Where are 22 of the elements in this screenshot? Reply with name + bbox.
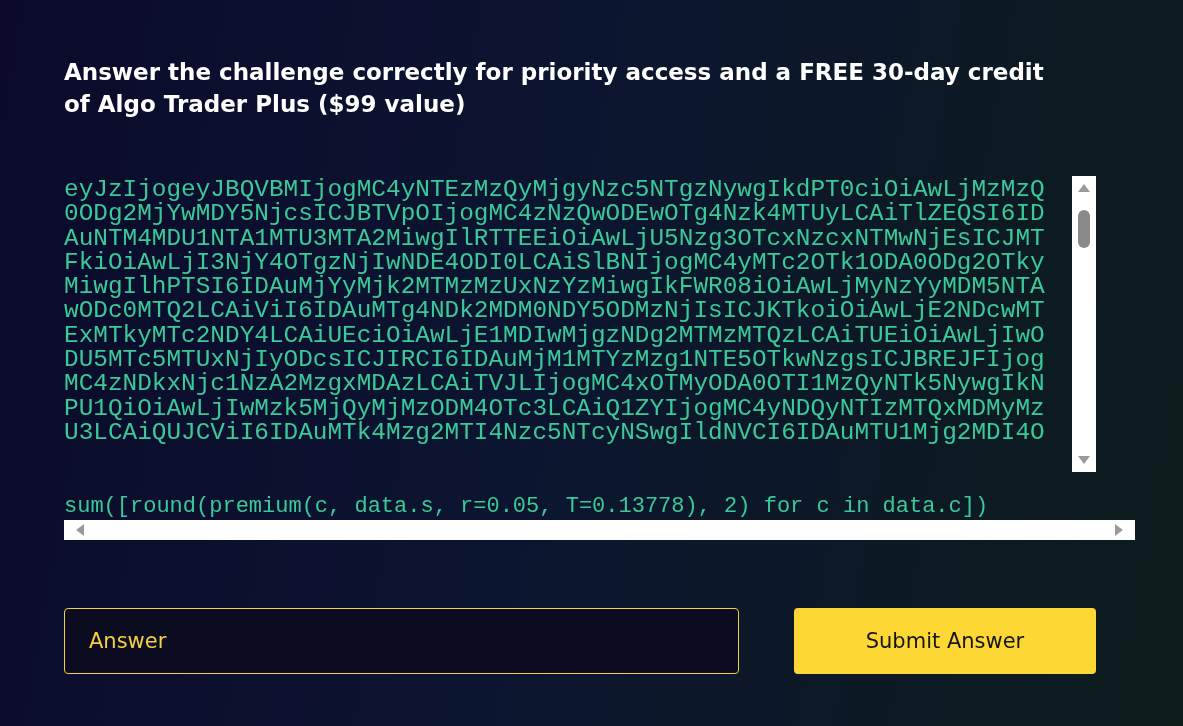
encoded-data-line: AuNTM4MDU1NTA1MTU3MTA2MiwgIlRTTEEiOiAwLjU5Nzg3OTcxNzcxNTMwNjEsICJMT: [64, 226, 1046, 251]
encoded-data-line: U3LCAiQUJCViI6IDAuMTk4Mzg2MTI4Nzc5NTcyNSwgIldNVCI6IDAuMTU1Mjg2MDI4O: [64, 420, 1046, 446]
scroll-right-arrow-icon[interactable]: [1113, 524, 1125, 536]
encoded-data-line: MC4zNDkxNjc1NzA2MzgxMDAzLCAiTVJLIjogMC4xOTMyODA0OTI1MzQyNTk5NywgIkN: [64, 372, 1046, 397]
encoded-data-line: wODc0MTQ2LCAiViI6IDAuMTg4NDk2MDM0NDY5ODMzNjIsICJKTkoiOiAwLjE2NDcwMT: [64, 299, 1046, 324]
encoded-data-line: ExMTkyMTc2NDY4LCAiUEciOiAwLjE1MDIwMjgzNDg2MTMzMTQzLCAiTUEiOiAwLjIwO: [64, 323, 1046, 349]
scroll-left-arrow-icon[interactable]: [74, 524, 86, 536]
encoded-data-line: 0ODg2MjYwMDY5NjcsICJBTVpOIjogMC4zNzQwODEwOTg4Nzk4MTUyLCAiTlZEQSI6ID: [64, 202, 1046, 227]
vertical-scrollbar[interactable]: [1072, 176, 1096, 472]
encoded-data-line: PU1QiOiAwLjIwMzk5MjQyMjMzODM4OTc3LCAiQ1ZYIjogMC4yNDQyNTIzMTQxMDMyMz: [64, 396, 1046, 421]
encoded-data-line: FkiOiAwLjI3NjY4OTgzNjIwNDE4ODI0LCAiSlBNIjogMC4yMTc2OTk1ODA0ODg2OTky: [64, 250, 1046, 276]
encoded-data-line: eyJzIjogeyJBQVBMIjogMC4yNTEzMzQyMjgyNzc5NTgzNywgIkdPT0ciOiAwLjMzMzQ: [64, 178, 1046, 203]
encoded-data-line: DU5MTc5MTUxNjIyODcsICJIRCI6IDAuMjM1MTYzMzg1NTE5OTkwNzgsICJBREJFIjog: [64, 348, 1046, 373]
horizontal-scrollbar[interactable]: [64, 520, 1135, 540]
answer-input[interactable]: Answer: [64, 608, 739, 674]
encoded-data-line: MiwgIlhPTSI6IDAuMjYyMjk2MTMzMzUxNzYzMiwgIkFWR08iOiAwLjMyNzYyMDM5NTA: [64, 275, 1046, 300]
submit-answer-button[interactable]: Submit Answer: [794, 608, 1096, 674]
formula-text: sum([round(premium(c, data.s, r=0.05, T=0.13778), 2) for c in data.c]): [64, 494, 990, 520]
challenge-heading: Answer the challenge correctly for priority access and a FREE 30-day credit of Algo Trader Plus ($99 value): [64, 58, 1045, 119]
scrollbar-thumb[interactable]: [1078, 210, 1090, 248]
scroll-up-arrow-icon[interactable]: [1078, 182, 1090, 194]
scroll-down-arrow-icon[interactable]: [1078, 454, 1090, 466]
